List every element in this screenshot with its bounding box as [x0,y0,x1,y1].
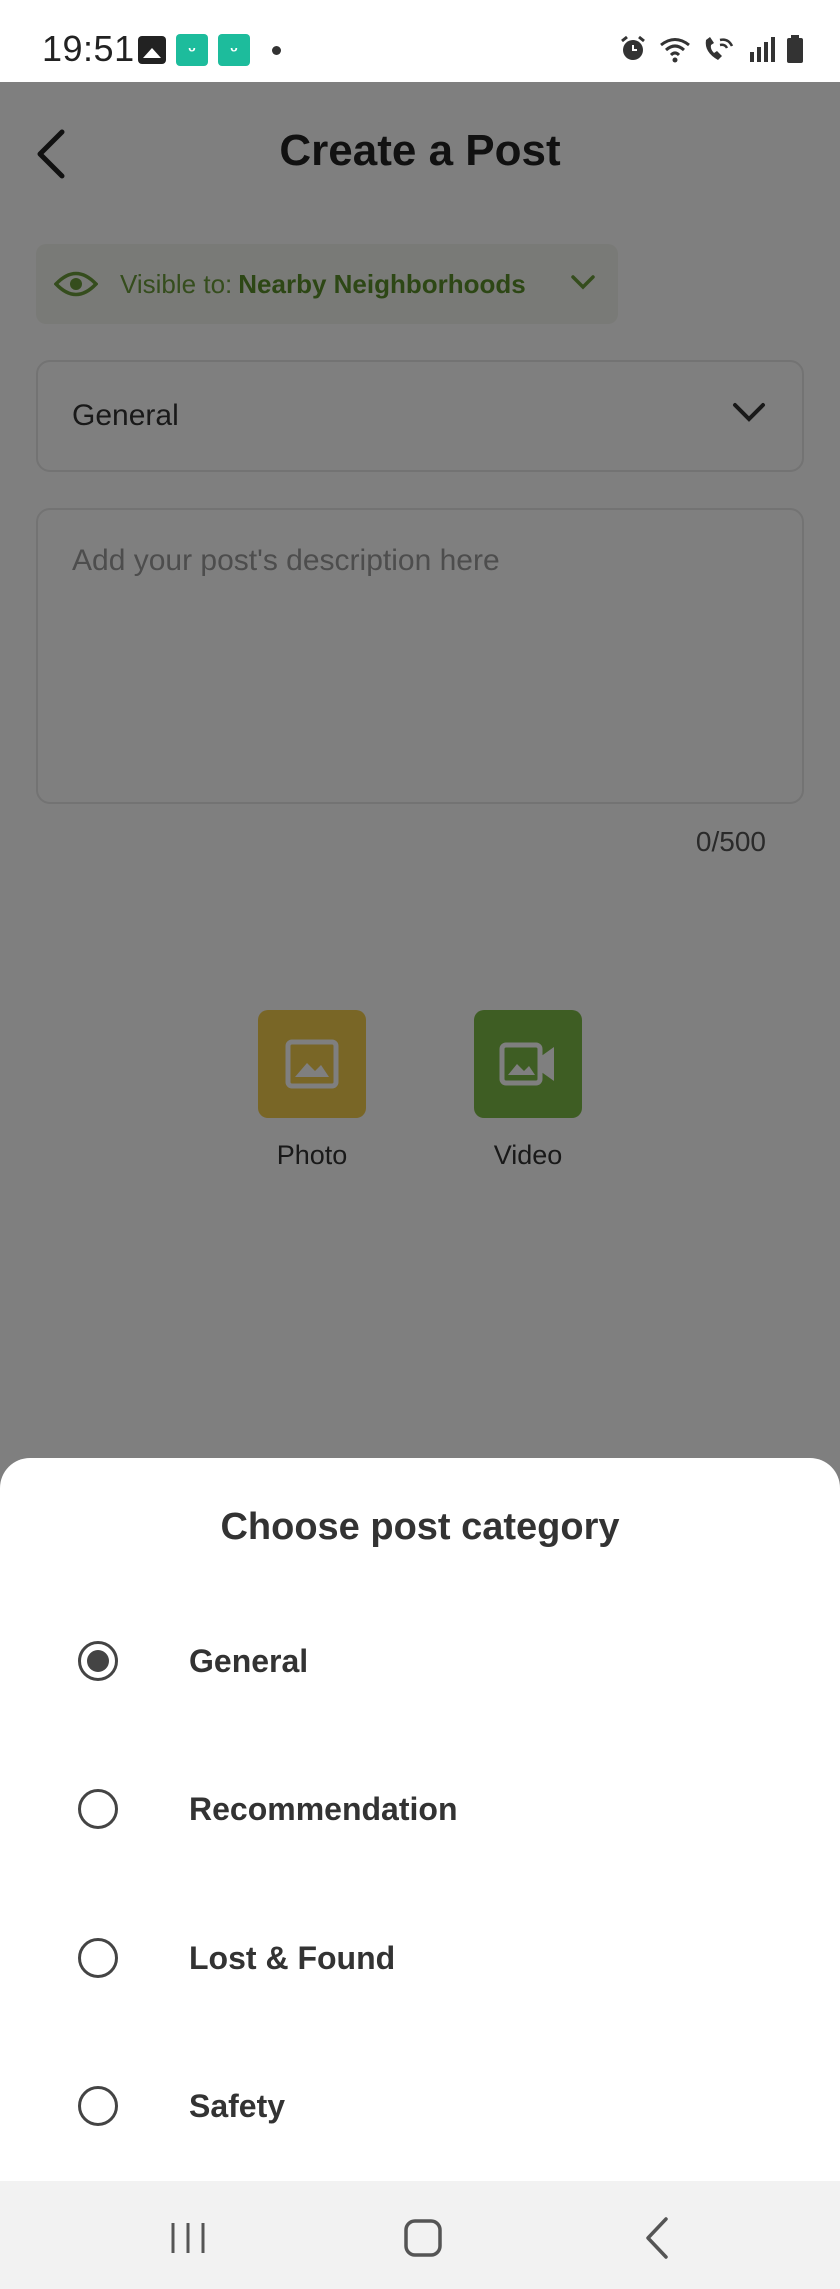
category-option-recommendation[interactable]: Recommendation [0,1754,840,1864]
nav-back-button[interactable] [628,2213,688,2263]
home-button[interactable] [393,2213,453,2263]
app-icon: ᵕ [176,34,208,66]
radio-unselected-icon [78,2086,118,2126]
signal-icon [750,37,775,62]
app-icon: ᵕ [218,34,250,66]
wifi-call-icon [705,37,734,60]
recents-button[interactable] [158,2213,218,2263]
image-icon [138,36,166,64]
radio-selected-icon [78,1641,118,1681]
wifi-icon [660,38,690,63]
category-bottom-sheet: Choose post category General Recommendat… [0,1458,840,2181]
recents-icon [171,2223,205,2253]
status-bar: 19:51 ᵕ ᵕ [0,0,840,82]
sheet-title: Choose post category [220,1506,620,1548]
back-icon [646,2217,668,2259]
battery-icon [787,35,803,63]
dot-icon [272,45,281,55]
alarm-icon [621,35,645,60]
category-option-safety[interactable]: Safety [0,2051,840,2161]
system-nav-bar [0,2181,840,2289]
status-time: 19:51 [42,28,135,69]
category-option-label: Safety [189,2087,286,2124]
category-option-label: Lost & Found [189,1939,396,1976]
category-option-lost-found[interactable]: Lost & Found [0,1903,840,2013]
radio-unselected-icon [78,1789,118,1829]
category-option-general[interactable]: General [0,1606,840,1716]
home-icon [404,2219,442,2257]
category-option-label: Recommendation [189,1790,458,1827]
status-right-icons [618,34,804,64]
category-option-label: General [189,1642,309,1679]
radio-unselected-icon [78,1938,118,1978]
status-left-icons: ᵕ ᵕ [138,34,281,66]
